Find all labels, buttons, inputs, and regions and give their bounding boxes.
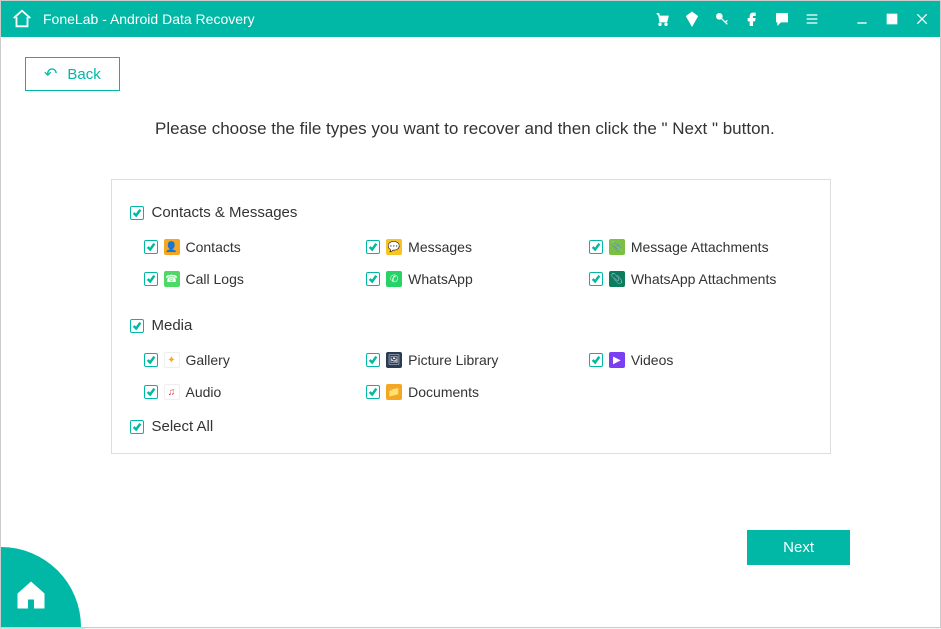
checkbox[interactable] (144, 240, 158, 254)
close-icon[interactable] (914, 11, 930, 27)
item-label: Contacts (186, 239, 241, 255)
cart-icon[interactable] (654, 11, 670, 27)
back-arrow-icon: ↶ (44, 64, 57, 84)
file-type-panel: Contacts & Messages 👤 Contacts 💬 Message… (111, 179, 831, 454)
back-label: Back (67, 66, 100, 83)
videos-icon: ▶ (609, 352, 625, 368)
maximize-icon[interactable] (884, 11, 900, 27)
checkbox[interactable] (366, 353, 380, 367)
titlebar-icons (654, 11, 930, 27)
item-call-logs[interactable]: ☎ Call Logs (144, 271, 367, 287)
call-logs-icon: ☎ (164, 271, 180, 287)
msg-attach-icon: 📎 (609, 239, 625, 255)
item-messages[interactable]: 💬 Messages (366, 239, 589, 255)
item-label: Messages (408, 239, 472, 255)
checkbox[interactable] (366, 240, 380, 254)
contacts-row-1: 👤 Contacts 💬 Messages 📎 Message Attachme… (144, 239, 812, 255)
back-button[interactable]: ↶ Back (25, 57, 120, 91)
checkbox[interactable] (366, 385, 380, 399)
item-videos[interactable]: ▶ Videos (589, 352, 812, 368)
titlebar: FoneLab - Android Data Recovery (1, 1, 940, 37)
whatsapp-icon: ✆ (386, 271, 402, 287)
checkbox[interactable] (144, 272, 158, 286)
item-label: Audio (186, 384, 222, 400)
section-contacts-header[interactable]: Contacts & Messages (130, 204, 812, 221)
home-fab[interactable] (1, 547, 81, 627)
media-row-1: ✦ Gallery 🖼 Picture Library ▶ Videos (144, 352, 812, 368)
item-label: Gallery (186, 352, 230, 368)
checkbox-media-section[interactable] (130, 319, 144, 333)
app-logo-icon (11, 8, 33, 30)
item-contacts[interactable]: 👤 Contacts (144, 239, 367, 255)
minimize-icon[interactable] (854, 11, 870, 27)
item-audio[interactable]: ♫ Audio (144, 384, 367, 400)
home-icon (13, 577, 49, 613)
checkbox[interactable] (589, 353, 603, 367)
contacts-icon: 👤 (164, 239, 180, 255)
documents-icon: 📁 (386, 384, 402, 400)
menu-icon[interactable] (804, 11, 820, 27)
facebook-icon[interactable] (744, 11, 760, 27)
instruction-text: Please choose the file types you want to… (155, 119, 916, 139)
checkbox-select-all[interactable] (130, 420, 144, 434)
item-label: Call Logs (186, 271, 244, 287)
section-contacts-title: Contacts & Messages (152, 204, 298, 221)
next-button[interactable]: Next (747, 530, 850, 565)
audio-icon: ♫ (164, 384, 180, 400)
messages-icon: 💬 (386, 239, 402, 255)
select-all-row[interactable]: Select All (130, 418, 812, 435)
checkbox-contacts-section[interactable] (130, 206, 144, 220)
item-message-attachments[interactable]: 📎 Message Attachments (589, 239, 812, 255)
item-picture-library[interactable]: 🖼 Picture Library (366, 352, 589, 368)
select-all-label: Select All (152, 418, 214, 435)
key-icon[interactable] (714, 11, 730, 27)
diamond-icon[interactable] (684, 11, 700, 27)
item-label: Picture Library (408, 352, 498, 368)
media-row-2: ♫ Audio 📁 Documents (144, 384, 812, 400)
item-label: Message Attachments (631, 239, 769, 255)
item-label: WhatsApp Attachments (631, 271, 777, 287)
item-documents[interactable]: 📁 Documents (366, 384, 589, 400)
contacts-row-2: ☎ Call Logs ✆ WhatsApp 📎 WhatsApp Attach… (144, 271, 812, 287)
checkbox[interactable] (144, 385, 158, 399)
item-label: WhatsApp (408, 271, 473, 287)
checkbox[interactable] (589, 240, 603, 254)
checkbox[interactable] (144, 353, 158, 367)
checkbox[interactable] (589, 272, 603, 286)
gallery-icon: ✦ (164, 352, 180, 368)
whatsapp-attach-icon: 📎 (609, 271, 625, 287)
content-area: ↶ Back Please choose the file types you … (1, 37, 940, 627)
app-title: FoneLab - Android Data Recovery (43, 11, 255, 27)
item-label: Videos (631, 352, 674, 368)
app-window: FoneLab - Android Data Recovery ↶ Back P… (0, 0, 941, 628)
section-media-title: Media (152, 317, 193, 334)
item-whatsapp[interactable]: ✆ WhatsApp (366, 271, 589, 287)
next-label: Next (783, 539, 814, 556)
feedback-icon[interactable] (774, 11, 790, 27)
item-gallery[interactable]: ✦ Gallery (144, 352, 367, 368)
item-whatsapp-attachments[interactable]: 📎 WhatsApp Attachments (589, 271, 812, 287)
item-label: Documents (408, 384, 479, 400)
checkbox[interactable] (366, 272, 380, 286)
picture-library-icon: 🖼 (386, 352, 402, 368)
section-media-header[interactable]: Media (130, 317, 812, 334)
